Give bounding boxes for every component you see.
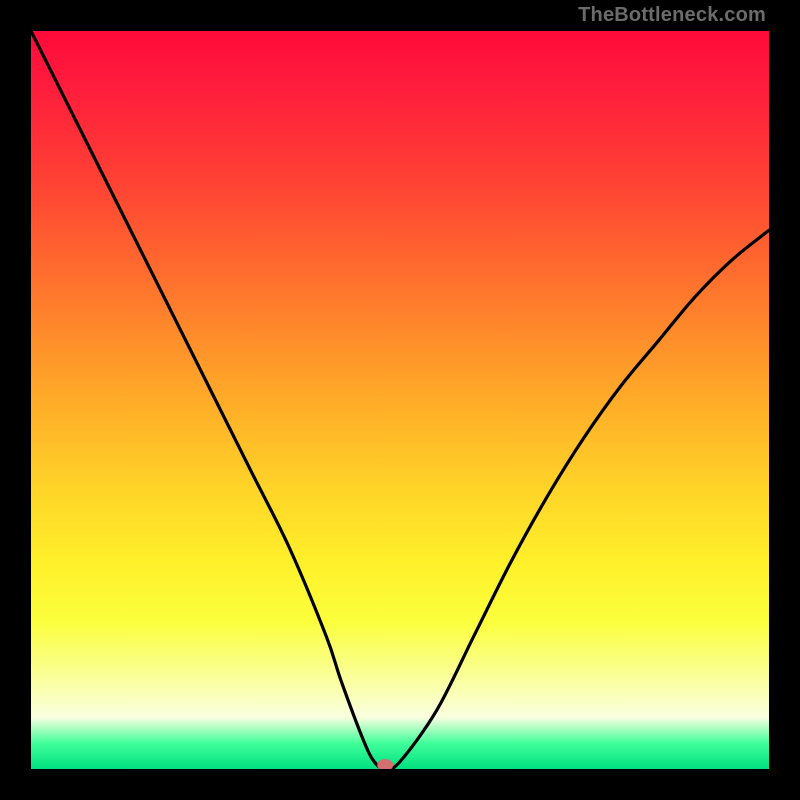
plot-area	[31, 31, 769, 769]
minimum-marker	[377, 759, 393, 769]
chart-frame: TheBottleneck.com	[0, 0, 800, 800]
watermark-text: TheBottleneck.com	[578, 4, 766, 27]
bottleneck-curve	[31, 31, 769, 769]
